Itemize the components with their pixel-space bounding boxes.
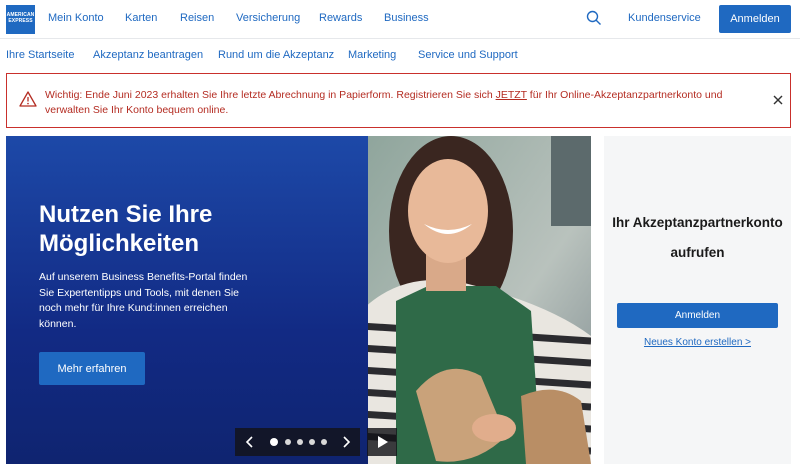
hero-photo bbox=[366, 136, 591, 464]
carousel-controls bbox=[235, 428, 360, 456]
alert-message: Wichtig: Ende Juni 2023 erhalten Sie Ihr… bbox=[45, 88, 750, 117]
hero-description: Auf unserem Business Benefits-Portal fin… bbox=[39, 271, 248, 330]
subnav-ihre-startseite[interactable]: Ihre Startseite bbox=[6, 49, 74, 61]
logo-line-2: EXPRESS bbox=[8, 17, 33, 24]
play-button[interactable] bbox=[367, 428, 397, 456]
top-navigation: AMERICAN EXPRESS Mein Konto Karten Reise… bbox=[0, 0, 800, 39]
register-now-link[interactable]: JETZT bbox=[496, 89, 527, 101]
nav-mein-konto[interactable]: Mein Konto bbox=[48, 12, 104, 24]
subnav-rund-um-die-akzeptanz[interactable]: Rund um die Akzeptanz bbox=[218, 49, 334, 61]
carousel-dot-2[interactable] bbox=[285, 439, 291, 445]
nav-versicherung[interactable]: Versicherung bbox=[236, 12, 300, 24]
panel-login-button[interactable]: Anmelden bbox=[617, 303, 778, 328]
search-icon[interactable] bbox=[586, 10, 602, 26]
subnav-service-und-support[interactable]: Service und Support bbox=[418, 49, 518, 61]
subnav-akzeptanz-beantragen[interactable]: Akzeptanz beantragen bbox=[93, 49, 203, 61]
carousel-dot-5[interactable] bbox=[321, 439, 327, 445]
hero-banner: Nutzen Sie Ihre Möglichkeiten Auf unsere… bbox=[6, 136, 591, 464]
customer-service-link[interactable]: Kundenservice bbox=[628, 12, 701, 24]
partner-account-panel: Ihr Akzeptanzpartnerkonto aufrufen Anmel… bbox=[604, 136, 791, 464]
chevron-right-icon[interactable] bbox=[339, 435, 353, 449]
login-button[interactable]: Anmelden bbox=[719, 5, 791, 33]
alert-banner: Wichtig: Ende Juni 2023 erhalten Sie Ihr… bbox=[6, 73, 791, 128]
amex-logo[interactable]: AMERICAN EXPRESS bbox=[6, 5, 35, 34]
learn-more-button[interactable]: Mehr erfahren bbox=[39, 352, 145, 385]
alert-text-before: Wichtig: Ende Juni 2023 erhalten Sie Ihr… bbox=[45, 89, 496, 101]
carousel-dot-3[interactable] bbox=[297, 439, 303, 445]
nav-karten[interactable]: Karten bbox=[125, 12, 157, 24]
subnav-marketing[interactable]: Marketing bbox=[348, 49, 396, 61]
close-icon[interactable] bbox=[772, 94, 784, 106]
chevron-left-icon[interactable] bbox=[243, 435, 257, 449]
panel-title: Ihr Akzeptanzpartnerkonto aufrufen bbox=[612, 215, 783, 260]
hero-title: Nutzen Sie Ihre Möglichkeiten bbox=[39, 201, 213, 257]
create-account-link[interactable]: Neues Konto erstellen > bbox=[604, 337, 791, 348]
nav-reisen[interactable]: Reisen bbox=[180, 12, 214, 24]
warning-icon bbox=[19, 91, 37, 107]
nav-rewards[interactable]: Rewards bbox=[319, 12, 362, 24]
carousel-dot-1[interactable] bbox=[270, 438, 278, 446]
play-icon bbox=[378, 436, 388, 448]
nav-business[interactable]: Business bbox=[384, 12, 429, 24]
carousel-dot-4[interactable] bbox=[309, 439, 315, 445]
